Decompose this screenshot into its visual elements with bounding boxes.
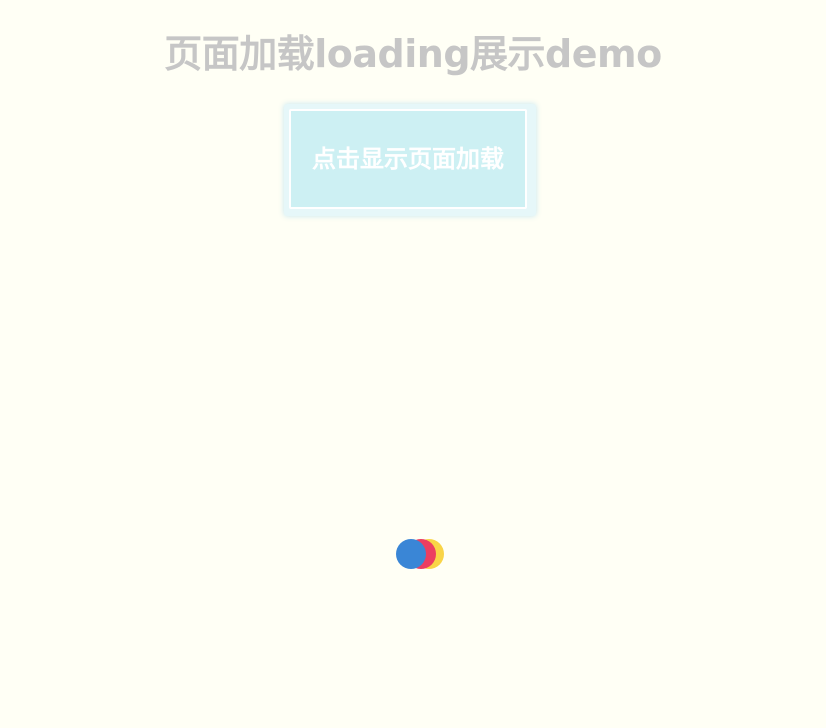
loading-dot-blue: [396, 539, 426, 569]
page-title: 页面加载loading展示demo: [164, 32, 662, 76]
show-loading-button[interactable]: 点击显示页面加载: [289, 109, 527, 209]
page: 页面加载loading展示demo 点击显示页面加载: [0, 0, 826, 728]
show-loading-button-wrapper: 点击显示页面加载: [284, 104, 536, 216]
loading-indicator: [394, 538, 446, 572]
